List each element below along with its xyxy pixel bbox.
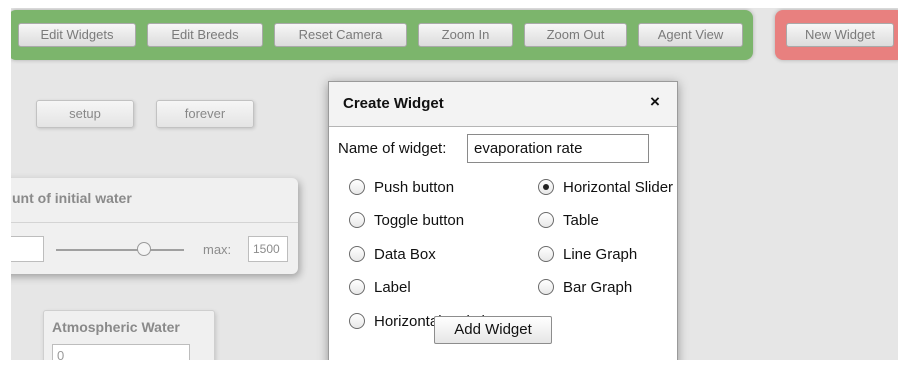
radio-label: Push button	[374, 179, 455, 196]
initial-water-slider: unt of initial water 0 max: 1500	[0, 178, 298, 274]
radio-circle-icon	[538, 279, 554, 295]
radio-checked-icon	[538, 179, 554, 195]
add-widget-button[interactable]: Add Widget	[434, 316, 552, 344]
dialog-title: Create Widget	[343, 95, 444, 112]
new-widget-button[interactable]: New Widget	[786, 23, 894, 47]
slider-thumb-icon[interactable]	[137, 242, 151, 256]
close-icon[interactable]: ×	[650, 92, 660, 112]
edit-breeds-button[interactable]: Edit Breeds	[147, 23, 263, 47]
radio-label: Data Box	[374, 246, 436, 263]
slider-divider	[0, 222, 298, 223]
radio-label: Bar Graph	[563, 279, 633, 296]
reset-camera-button[interactable]: Reset Camera	[274, 23, 407, 47]
radio-circle-icon	[349, 279, 365, 295]
forever-button[interactable]: forever	[156, 100, 254, 128]
slider-max-label: max:	[203, 242, 232, 257]
radio-circle-icon	[538, 212, 554, 228]
toolbar-main-group: Edit Widgets Edit Breeds Reset Camera Zo…	[8, 10, 753, 60]
widget-name-input[interactable]: evaporation rate	[467, 134, 649, 163]
agent-view-button[interactable]: Agent View	[638, 23, 743, 47]
radio-circle-icon	[349, 313, 365, 329]
radio-circle-icon	[538, 246, 554, 262]
slider-max-input[interactable]: 1500	[248, 236, 288, 262]
dialog-header: Create Widget ×	[329, 82, 677, 127]
radio-label: Label	[374, 279, 411, 296]
zoom-out-button[interactable]: Zoom Out	[524, 23, 627, 47]
radio-label: Table	[563, 212, 599, 229]
radio-circle-icon	[349, 179, 365, 195]
edit-widgets-button[interactable]: Edit Widgets	[18, 23, 136, 47]
monitor-title: Atmospheric Water	[52, 319, 180, 335]
radio-label: Toggle button	[374, 212, 465, 229]
slider-min-input[interactable]: 0	[0, 236, 44, 262]
bottom-border	[0, 360, 909, 366]
create-widget-dialog: Create Widget × Name of widget: evaporat…	[328, 81, 678, 366]
slider-track[interactable]	[56, 249, 184, 251]
radio-circle-icon	[349, 212, 365, 228]
radio-label: Line Graph	[563, 246, 638, 263]
top-border	[0, 0, 909, 8]
app-frame: Edit Widgets Edit Breeds Reset Camera Zo…	[0, 0, 909, 366]
setup-button[interactable]: setup	[36, 100, 134, 128]
slider-title: unt of initial water	[12, 190, 132, 206]
radio-label: Horizontal Slider	[563, 179, 674, 196]
toolbar-new-widget-group: New Widget	[775, 10, 905, 60]
radio-circle-icon	[349, 246, 365, 262]
zoom-in-button[interactable]: Zoom In	[418, 23, 513, 47]
widget-name-label: Name of widget:	[338, 140, 447, 157]
atmospheric-water-monitor: Atmospheric Water 0	[43, 310, 215, 366]
